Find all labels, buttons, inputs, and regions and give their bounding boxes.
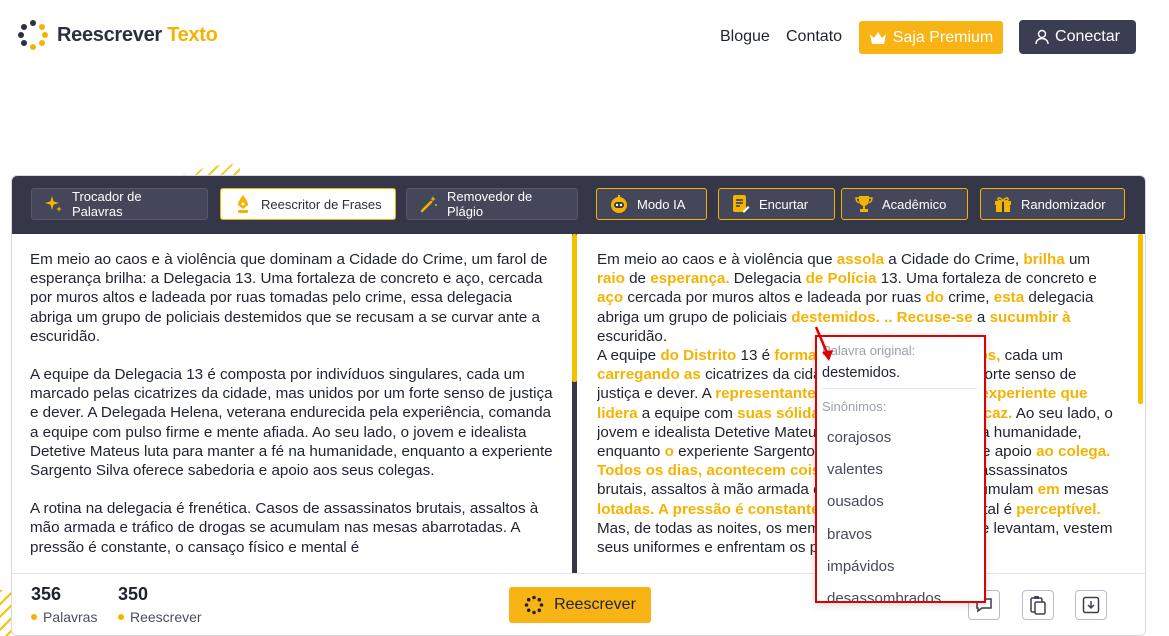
gift-icon (993, 194, 1013, 214)
rewrite-count-value: 350 (118, 584, 149, 604)
logo-word-2: Texto (167, 23, 218, 46)
replaced-word[interactable]: esperança. (650, 270, 729, 287)
nav-contact-link[interactable]: Contato (786, 28, 842, 46)
synonym-option[interactable]: ousados (827, 493, 884, 510)
mode-randomizer[interactable]: Randomizador (980, 188, 1125, 220)
logo[interactable]: Reescrever Texto (18, 20, 218, 50)
premium-button[interactable]: Saja Premium (859, 21, 1003, 54)
popup-divider (822, 388, 977, 389)
input-paragraph: A equipe da Delegacia 13 é composta por … (30, 366, 553, 480)
replaced-word[interactable]: assola (837, 251, 884, 268)
logo-spinner-icon (18, 20, 48, 50)
replaced-word[interactable]: de Polícia (806, 270, 877, 287)
mode-label: Acadêmico (882, 196, 947, 212)
mode-word-changer[interactable]: Trocador de Palavras (31, 188, 208, 220)
word-count-label: Palavras (43, 609, 98, 625)
input-paragraph: A rotina na delegacia é frenética. Casos… (30, 500, 539, 556)
document-edit-icon (731, 194, 751, 214)
synonym-option[interactable]: desassombrados (827, 590, 941, 601)
synonym-option[interactable]: valentes (827, 461, 883, 478)
input-scrollbar[interactable] (572, 234, 577, 382)
input-text-area[interactable]: Em meio ao caos e à violência que domina… (30, 234, 555, 589)
synonym-option[interactable]: bravos (827, 526, 872, 543)
replaced-word[interactable]: lotadas. A pressão é constante, (597, 501, 824, 518)
mode-sentence-rewriter[interactable]: Reescritor de Frases (220, 188, 396, 220)
download-icon (1082, 596, 1100, 614)
nav-blog-link[interactable]: Blogue (720, 28, 770, 46)
mode-label: Removedor de Plágio (447, 189, 533, 219)
mode-label: Reescritor de Frases (261, 196, 382, 212)
replaced-word[interactable]: raio (597, 270, 625, 287)
synonym-option[interactable]: corajosos (827, 429, 891, 446)
user-icon (1035, 29, 1049, 45)
robot-icon (609, 194, 629, 214)
premium-button-label: Saja Premium (892, 28, 994, 46)
input-paragraph: Em meio ao caos e à violência que domina… (30, 251, 548, 345)
output-scrollbar[interactable] (1138, 234, 1143, 404)
dot-icon (31, 614, 37, 620)
mode-ai[interactable]: Modo IA (596, 188, 707, 220)
synonym-popup: Palavra original: destemidos. Sinônimos:… (815, 335, 986, 603)
replaced-word[interactable]: sucumbir à (990, 309, 1071, 326)
pen-nib-icon (233, 194, 253, 214)
replaced-word[interactable]: esta (994, 289, 1024, 306)
mode-toolbar: Trocador de Palavras Reescritor de Frase… (12, 176, 1145, 234)
mode-label: Randomizador (1021, 196, 1106, 212)
magic-wand-icon (419, 194, 439, 214)
replaced-word[interactable]: destemidos. .. Recuse-se (791, 309, 972, 326)
mode-shorten[interactable]: Encurtar (718, 188, 835, 220)
rewrite-count-label: Reescrever (130, 609, 202, 625)
crown-icon (869, 31, 886, 44)
word-count-stat: 356 Palavras (31, 584, 97, 625)
rewrite-count-stat: 350 Reescrever (118, 584, 202, 625)
connect-button[interactable]: Conectar (1019, 20, 1136, 54)
copy-button[interactable] (1022, 590, 1054, 620)
mode-label: Encurtar (759, 196, 809, 212)
replaced-word[interactable]: em (1038, 481, 1060, 498)
mode-academic[interactable]: Acadêmico (841, 188, 968, 220)
replaced-word[interactable]: carregando as (597, 366, 701, 383)
replaced-word[interactable]: o (665, 443, 674, 460)
word-count-value: 356 (31, 584, 62, 604)
logo-text: Reescrever Texto (57, 24, 218, 47)
clipboard-icon (1030, 596, 1046, 615)
dot-icon (118, 614, 124, 620)
replaced-word[interactable]: do Distrito (660, 347, 736, 364)
site-header: Reescrever Texto Blogue Contato Saja Pre… (0, 0, 1169, 80)
synonyms-label: Sinônimos: (822, 399, 887, 414)
replaced-word[interactable]: do (925, 289, 944, 306)
output-paragraph: Em meio ao caos e à violência que assola… (597, 251, 1097, 345)
spinner-icon (524, 595, 544, 615)
mode-label: Trocador de Palavras (72, 189, 142, 219)
rewrite-button[interactable]: Reescrever (509, 587, 651, 623)
replaced-word[interactable]: aço (597, 289, 623, 306)
logo-word-1: Reescrever (57, 23, 162, 46)
rewrite-button-label: Reescrever (554, 596, 636, 613)
mode-label: Modo IA (637, 196, 686, 212)
sparkle-icon (44, 194, 64, 214)
download-button[interactable] (1075, 590, 1107, 620)
connect-button-label: Conectar (1055, 28, 1120, 45)
synonym-option[interactable]: impávidos (827, 558, 895, 575)
mode-plagiarism-remover[interactable]: Removedor de Plágio (406, 188, 578, 220)
replaced-word[interactable]: brilha (1023, 251, 1064, 268)
trophy-icon (854, 194, 874, 214)
annotation-arrow-icon (814, 326, 833, 361)
replaced-word[interactable]: perceptível. (1016, 501, 1100, 518)
